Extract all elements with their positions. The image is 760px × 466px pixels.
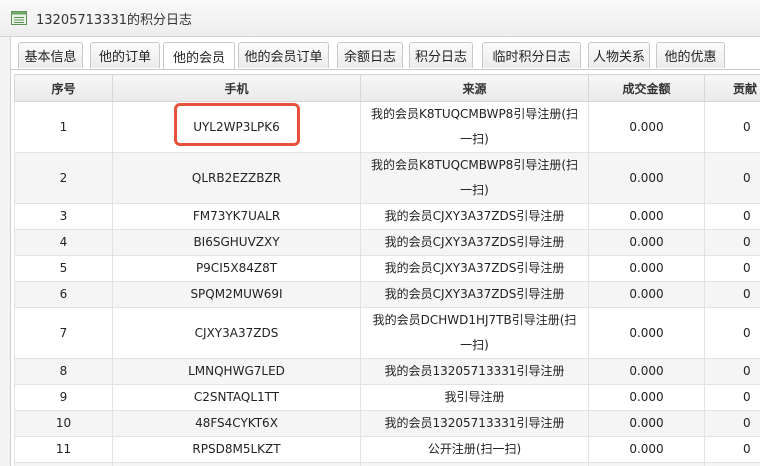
table-row[interactable]: 4 BI6SGHUVZXY 我的会员CJXY3A37ZDS引导注册 0.000 0 (14, 229, 760, 256)
tab-item[interactable]: 他的优惠 (656, 42, 725, 68)
tab-item[interactable]: 临时积分日志 (482, 42, 581, 68)
cell-source: 我的会员CJXY3A37ZDS引导注册 (360, 255, 589, 282)
cell-amount: 0.000 (588, 203, 705, 230)
cell-index: 12 (14, 462, 113, 466)
cell-amount: 0.000 (588, 229, 705, 256)
cell-amount: 0.000 (588, 101, 705, 153)
cell-phone: DCHWD1HJ7TB (112, 462, 361, 466)
cell-phone: QLRB2EZZBZR (112, 152, 361, 204)
table-row[interactable]: 11 RPSD8M5LKZT 公开注册(扫一扫) 0.000 0 (14, 436, 760, 463)
cell-amount: 0.000 (588, 358, 705, 385)
cell-index: 2 (14, 152, 113, 204)
cell-source: 我的会员DCHWD1HJ7TB引导注册(扫一扫) (360, 307, 589, 359)
column-header-contribution[interactable]: 贡献 (704, 74, 760, 102)
column-header-amount[interactable]: 成交金额 (588, 74, 705, 102)
cell-source: 我的会员CJXY3A37ZDS引导注册 (360, 229, 589, 256)
cell-amount: 0.000 (588, 281, 705, 308)
table-row[interactable]: 8 LMNQHWG7LED 我的会员13205713331引导注册 0.000 0 (14, 358, 760, 385)
cell-phone: P9CI5X84Z8T (112, 255, 361, 282)
cell-phone: BI6SGHUVZXY (112, 229, 361, 256)
cell-index: 3 (14, 203, 113, 230)
cell-index: 4 (14, 229, 113, 256)
cell-amount: 0.000 (588, 410, 705, 437)
cell-contribution: 0 (704, 436, 760, 463)
cell-source: 公开注册(扫一扫) (360, 436, 589, 463)
tab-item[interactable]: 余额日志 (337, 42, 403, 68)
table-row[interactable]: 3 FM73YK7UALR 我的会员CJXY3A37ZDS引导注册 0.000 0 (14, 203, 760, 230)
cell-amount: 0.000 (588, 384, 705, 411)
table-header-row: 序号 手机 来源 成交金额 贡献 (14, 74, 760, 102)
window-title: 13205713331的积分日志 (36, 12, 192, 28)
column-header-source[interactable]: 来源 (360, 74, 589, 102)
cell-phone: SPQM2MUW69I (112, 281, 361, 308)
cell-index: 8 (14, 358, 113, 385)
cell-source: 我引导注册 (360, 384, 589, 411)
table-row[interactable]: 10 48FS4CYKT6X 我的会员13205713331引导注册 0.000 0 (14, 410, 760, 437)
cell-contribution: 0 (704, 410, 760, 437)
cell-contribution: 0 (704, 101, 760, 153)
tab-item[interactable]: 人物关系 (588, 42, 650, 68)
cell-index: 6 (14, 281, 113, 308)
cell-index: 7 (14, 307, 113, 359)
table-row[interactable]: 12DCHWD1HJ7TB公开注册(扫一扫)0.0000 (14, 462, 760, 466)
tab-item[interactable]: 他的订单 (90, 42, 160, 68)
column-header-index[interactable]: 序号 (14, 74, 113, 102)
cell-contribution: 0 (704, 358, 760, 385)
table-row[interactable]: 6 SPQM2MUW69I 我的会员CJXY3A37ZDS引导注册 0.000 0 (14, 281, 760, 308)
cell-phone: UYL2WP3LPK6 (112, 101, 361, 153)
tab-panel: 基本信息 他的订单 他的会员 他的会员订单 余额日志 积分日志 临时积分日志 人物关系 他的优惠… (10, 37, 760, 466)
cell-index: 10 (14, 410, 113, 437)
column-header-phone[interactable]: 手机 (112, 74, 361, 102)
table-row[interactable]: 7 CJXY3A37ZDS 我的会员DCHWD1HJ7TB引导注册(扫一扫) 0.00… (14, 307, 760, 359)
cell-contribution: 0 (704, 462, 760, 466)
cell-amount: 0.000 (588, 255, 705, 282)
cell-source: 我的会员K8TUQCMBWP8引导注册(扫一扫) (360, 101, 589, 153)
cell-index: 1 (14, 101, 113, 153)
cell-phone: C2SNTAQL1TT (112, 384, 361, 411)
cell-contribution: 0 (704, 307, 760, 359)
cell-source: 我的会员13205713331引导注册 (360, 410, 589, 437)
cell-phone: LMNQHWG7LED (112, 358, 361, 385)
cell-contribution: 0 (704, 203, 760, 230)
cell-amount: 0.000 (588, 436, 705, 463)
cell-amount: 0.000 (588, 307, 705, 359)
cell-contribution: 0 (704, 229, 760, 256)
cell-contribution: 0 (704, 255, 760, 282)
cell-source: 我的会员CJXY3A37ZDS引导注册 (360, 281, 589, 308)
cell-contribution: 0 (704, 152, 760, 204)
cell-index: 9 (14, 384, 113, 411)
table-row[interactable]: 2 QLRB2EZZBZR 我的会员K8TUQCMBWP8引导注册(扫一扫) 0.00… (14, 152, 760, 204)
cell-phone: 48FS4CYKT6X (112, 410, 361, 437)
table-row[interactable]: 1 UYL2WP3LPK6 我的会员K8TUQCMBWP8引导注册(扫一扫) 0.00… (14, 101, 760, 153)
tab-item[interactable]: 他的会员 (163, 42, 235, 70)
table-row[interactable]: 9 C2SNTAQL1TT 我引导注册 0.000 0 (14, 384, 760, 411)
app-window: 13205713331的积分日志 基本信息 他的订单 他的会员 他的会员订单 余额日志积… (0, 0, 760, 466)
tab-item[interactable]: 基本信息 (18, 42, 83, 68)
tab-item[interactable]: 积分日志 (409, 42, 473, 68)
cell-phone: CJXY3A37ZDS (112, 307, 361, 359)
cell-index: 5 (14, 255, 113, 282)
cell-source: 我的会员13205713331引导注册 (360, 358, 589, 385)
cell-phone: FM73YK7UALR (112, 203, 361, 230)
tab-item[interactable]: 他的会员订单 (238, 42, 329, 68)
members-table: 序号 手机 来源 成交金额 贡献 1 UYL2WP3LPK6 我的会员K8TUQCM… (14, 74, 760, 466)
cell-amount: 0.000 (588, 462, 705, 466)
tab-divider (11, 69, 760, 70)
cell-amount: 0.000 (588, 152, 705, 204)
cell-index: 11 (14, 436, 113, 463)
cell-phone: RPSD8M5LKZT (112, 436, 361, 463)
list-window-icon (11, 11, 27, 25)
cell-source: 我的会员CJXY3A37ZDS引导注册 (360, 203, 589, 230)
cell-contribution: 0 (704, 384, 760, 411)
cell-source: 我的会员K8TUQCMBWP8引导注册(扫一扫) (360, 152, 589, 204)
cell-source: 公开注册(扫一扫) (360, 462, 589, 466)
tab-bar: 基本信息 他的订单 他的会员 他的会员订单 余额日志 积分日志 临时积分日志 人物关系 他的优惠 (11, 42, 760, 70)
table-row[interactable]: 5 P9CI5X84Z8T 我的会员CJXY3A37ZDS引导注册 0.000 0 (14, 255, 760, 282)
window-titlebar: 13205713331的积分日志 (0, 0, 760, 37)
cell-contribution: 0 (704, 281, 760, 308)
